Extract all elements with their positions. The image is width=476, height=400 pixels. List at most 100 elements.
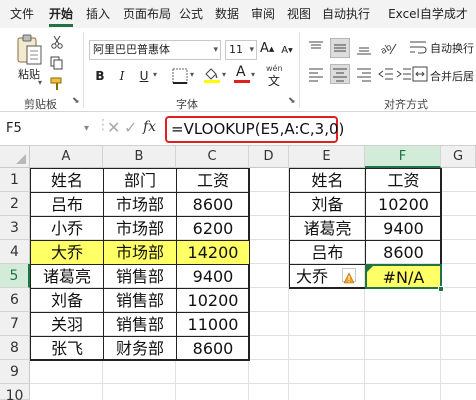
table-header-cell[interactable]: 工资	[176, 168, 250, 193]
orientation-icon[interactable]: ab	[379, 40, 398, 57]
merge-center-button[interactable]: 合并后居	[430, 68, 474, 84]
row-header-8[interactable]: 8	[0, 336, 30, 360]
paste-dropdown-icon[interactable]: ▾	[38, 78, 42, 87]
table-cell[interactable]: 诸葛亮	[289, 216, 366, 241]
name-box[interactable]: F5	[2, 118, 82, 140]
tab-review[interactable]: 审阅	[249, 0, 277, 28]
column-header-e[interactable]: E	[289, 146, 365, 168]
tab-automate[interactable]: 自动执行	[320, 0, 372, 28]
table-cell[interactable]: 小乔	[30, 216, 104, 241]
align-middle-icon[interactable]	[330, 38, 350, 58]
underline-button[interactable]: U	[136, 66, 152, 86]
borders-icon[interactable]	[172, 68, 188, 84]
row-header-9[interactable]: 9	[0, 360, 30, 384]
select-all-corner[interactable]	[0, 146, 30, 168]
row-header-1[interactable]: 1	[0, 168, 30, 192]
column-header-b[interactable]: B	[103, 146, 176, 168]
align-right-icon[interactable]	[356, 66, 372, 82]
chevron-down-icon[interactable]: ▾	[190, 70, 194, 79]
table-cell[interactable]: 销售部	[103, 312, 177, 337]
row-header-4[interactable]: 4	[0, 240, 30, 264]
table-cell[interactable]: 9400	[365, 216, 442, 241]
table-cell[interactable]: 市场部	[103, 216, 177, 241]
cancel-entry-icon[interactable]: ✕	[107, 118, 120, 137]
column-header-c[interactable]: C	[176, 146, 249, 168]
tab-data[interactable]: 数据	[213, 0, 241, 28]
tab-view[interactable]: 视图	[285, 0, 313, 28]
fill-color-icon[interactable]	[203, 66, 221, 84]
wrap-text-icon[interactable]	[408, 38, 428, 56]
paste-button[interactable]: 粘贴	[18, 66, 40, 82]
column-header-g[interactable]: G	[441, 146, 476, 168]
align-bottom-icon[interactable]	[356, 40, 372, 56]
table-cell[interactable]: 8600	[176, 336, 250, 361]
column-header-f[interactable]: F	[365, 146, 441, 168]
table-cell[interactable]: 财务部	[103, 336, 177, 361]
table-cell[interactable]: 9400	[176, 264, 250, 289]
table-cell[interactable]: 吕布	[30, 192, 104, 217]
font-size-select[interactable]: 11 ▾	[225, 40, 257, 60]
chevron-down-icon[interactable]: ▾	[222, 70, 226, 79]
error-warning-icon[interactable]	[342, 268, 356, 284]
table-header-cell[interactable]: 部门	[103, 168, 177, 193]
row-header-3[interactable]: 3	[0, 216, 30, 240]
wrap-text-button[interactable]: 自动换行	[430, 40, 474, 56]
increase-indent-icon[interactable]	[396, 66, 412, 82]
format-painter-icon[interactable]	[50, 76, 64, 90]
column-header-a[interactable]: A	[30, 146, 103, 168]
font-launcher-icon[interactable]: ⬊	[288, 96, 296, 106]
tab-file[interactable]: 文件	[8, 0, 36, 28]
selected-cell-f5[interactable]: #N/A	[365, 264, 442, 289]
table-header-cell[interactable]: 姓名	[30, 168, 104, 193]
copy-icon[interactable]	[50, 55, 64, 70]
formula-input[interactable]: =VLOOKUP(E5,A:C,3,0)	[165, 116, 344, 143]
decrease-indent-icon[interactable]	[378, 66, 394, 82]
table-cell-highlighted[interactable]: 14200	[176, 240, 250, 265]
phonetic-guide-button[interactable]: wén 文	[266, 64, 292, 88]
name-box-dropdown-icon[interactable]: ▾	[84, 123, 89, 134]
cut-icon[interactable]	[50, 34, 64, 49]
tab-insert[interactable]: 插入	[84, 0, 112, 28]
confirm-entry-icon[interactable]: ✓	[124, 118, 137, 137]
align-left-icon[interactable]	[308, 66, 324, 82]
table-cell[interactable]: 销售部	[103, 288, 177, 313]
decrease-font-size-button[interactable]: A▼	[280, 41, 294, 61]
table-cell[interactable]: 吕布	[289, 240, 366, 265]
table-cell[interactable]: 10200	[176, 288, 250, 313]
chevron-down-icon[interactable]: ▾	[251, 70, 255, 79]
table-cell[interactable]: 诸葛亮	[30, 264, 104, 289]
table-cell[interactable]: 10200	[365, 192, 442, 217]
table-header-cell[interactable]: 姓名	[289, 168, 366, 193]
chevron-down-icon[interactable]: ▾	[153, 70, 157, 79]
table-cell[interactable]: 6200	[176, 216, 250, 241]
table-cell[interactable]: 销售部	[103, 264, 177, 289]
table-cell[interactable]: 刘备	[289, 192, 366, 217]
row-header-5[interactable]: 5	[0, 264, 30, 288]
table-cell[interactable]: 8600	[365, 240, 442, 265]
table-cell-highlighted[interactable]: 市场部	[103, 240, 177, 265]
row-header-7[interactable]: 7	[0, 312, 30, 336]
table-cell[interactable]: 8600	[176, 192, 250, 217]
table-cell[interactable]: 张飞	[30, 336, 104, 361]
table-cell[interactable]: 11000	[176, 312, 250, 337]
row-header-10[interactable]: 10	[0, 384, 30, 400]
tab-excel-self-study[interactable]: Excel自学成才	[380, 0, 476, 28]
table-cell[interactable]: 市场部	[103, 192, 177, 217]
italic-button[interactable]: I	[114, 66, 130, 86]
merge-center-icon[interactable]	[412, 65, 428, 83]
fill-handle[interactable]	[438, 286, 444, 292]
column-header-d[interactable]: D	[249, 146, 289, 168]
table-cell[interactable]: 关羽	[30, 312, 104, 337]
align-center-icon[interactable]	[330, 64, 350, 84]
row-header-2[interactable]: 2	[0, 192, 30, 216]
align-top-icon[interactable]	[308, 40, 324, 56]
tab-page-layout[interactable]: 页面布局	[120, 0, 174, 28]
bold-button[interactable]: B	[92, 66, 108, 86]
font-name-select[interactable]: 阿里巴巴普惠体 ▾	[89, 40, 221, 60]
insert-function-button[interactable]: fx	[143, 119, 156, 135]
paste-icon[interactable]	[14, 34, 44, 66]
row-header-6[interactable]: 6	[0, 288, 30, 312]
table-cell-highlighted[interactable]: 大乔	[30, 240, 104, 265]
font-color-button[interactable]: A	[234, 64, 250, 84]
tab-formulas[interactable]: 公式	[177, 0, 205, 28]
